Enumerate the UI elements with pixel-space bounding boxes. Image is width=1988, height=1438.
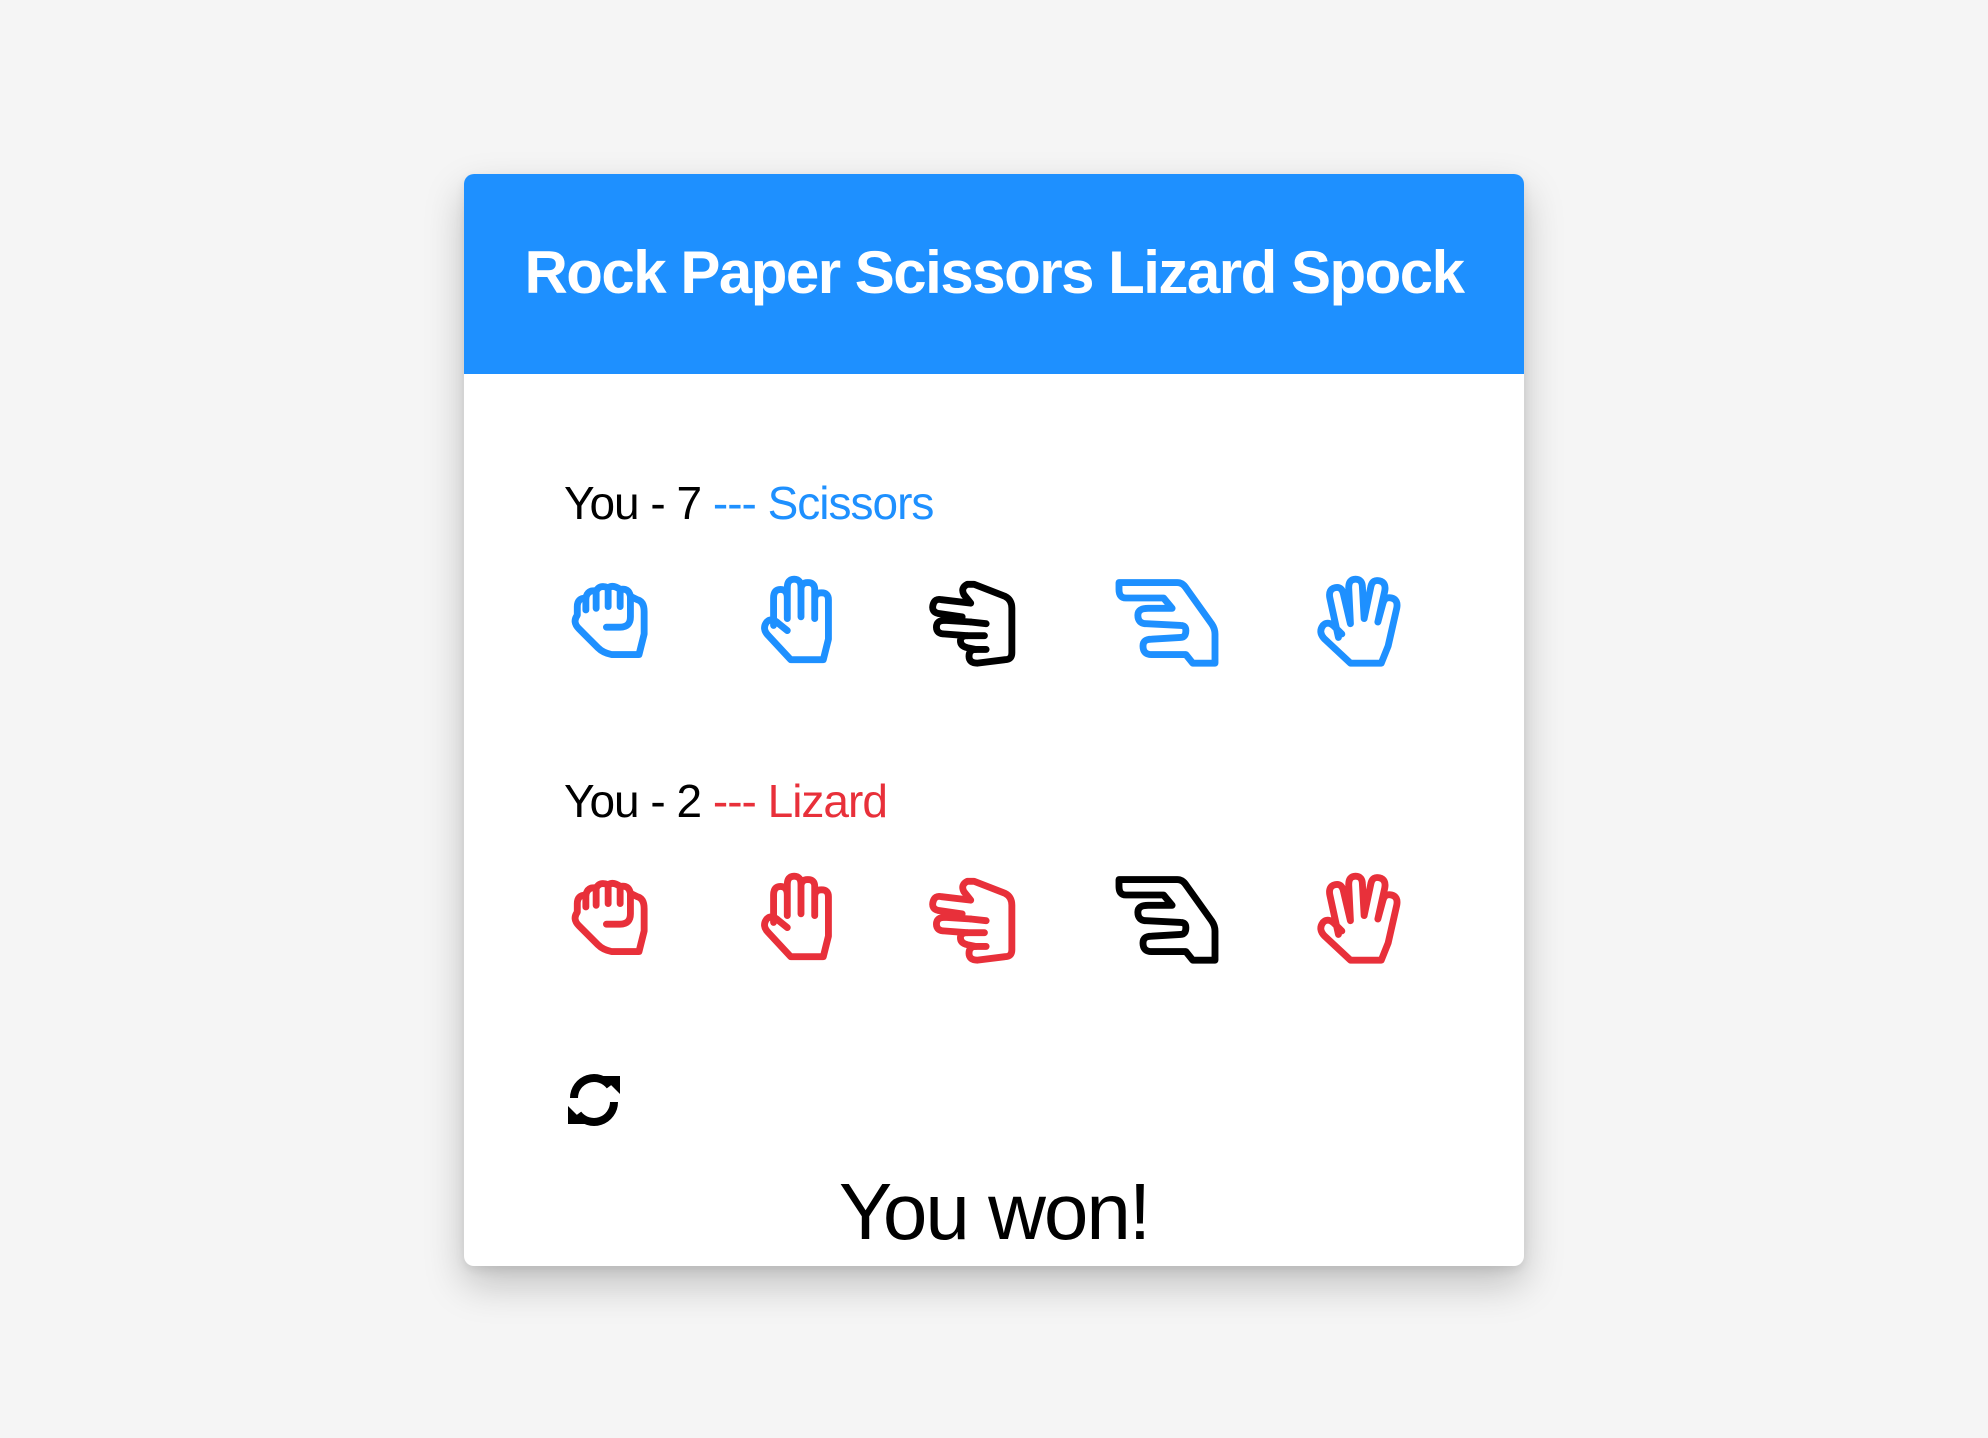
player1-hands [464,574,1524,684]
player2-paper-button[interactable] [746,871,856,981]
player2-score-separator: - [638,775,677,827]
player2-choice: Lizard [767,775,888,827]
player2-hands [464,871,1524,981]
hand-lizard-icon-graphic [1115,579,1219,667]
player1-lizard-button[interactable] [1112,574,1222,684]
player2-rock-button[interactable] [560,871,670,981]
player2-choice-separator: --- [701,775,768,827]
player1-rock-button[interactable] [560,574,670,684]
refresh-icon [568,1074,620,1126]
player2-label: You - 2 --- Lizard [564,774,888,828]
hand-rock-icon [560,574,670,670]
hand-scissors-icon [926,574,1036,670]
player1-choice: Scissors [767,477,935,529]
hand-scissors-icon-graphic [929,580,1016,667]
hand-paper-icon [746,574,856,670]
player2-name: You [564,775,640,827]
player1-label: You - 7 --- Scissors [564,476,935,530]
player1-spock-button[interactable] [1304,574,1414,684]
player2-spock-button[interactable] [1304,871,1414,981]
hand-scissors-icon-graphic [929,877,1016,964]
hand-spock-icon [1304,871,1414,967]
player1-scissors-button[interactable] [926,574,1036,684]
hand-rock-icon [560,871,670,967]
hand-lizard-icon [1112,871,1222,967]
player2-scissors-button[interactable] [926,871,1036,981]
hand-spock-icon-graphic [1317,872,1401,964]
header: Rock Paper Scissors Lizard Spock [464,174,1524,374]
hand-paper-icon [746,871,856,967]
player2-lizard-button[interactable] [1112,871,1222,981]
player1-score-separator: - [638,477,677,529]
hand-lizard-icon-graphic [1115,876,1219,964]
game-title: Rock Paper Scissors Lizard Spock [524,238,1465,306]
player1-name: You [564,477,640,529]
hand-spock-icon [1304,574,1414,670]
hand-paper-icon-graphic [761,575,832,664]
hand-rock-icon-graphic [571,582,648,658]
reset-button[interactable] [562,1068,626,1132]
player2-score: 2 [676,775,703,827]
hand-spock-icon-graphic [1317,575,1401,667]
player1-paper-button[interactable] [746,574,856,684]
game-card: Rock Paper Scissors Lizard Spock You - 7… [464,174,1524,1266]
hand-paper-icon-graphic [761,872,832,961]
hand-lizard-icon [1112,574,1222,670]
player1-score: 7 [676,477,703,529]
player1-choice-separator: --- [701,477,768,529]
result-message: You won! [838,1167,1151,1256]
hand-rock-icon-graphic [571,879,648,955]
hand-scissors-icon [926,871,1036,967]
